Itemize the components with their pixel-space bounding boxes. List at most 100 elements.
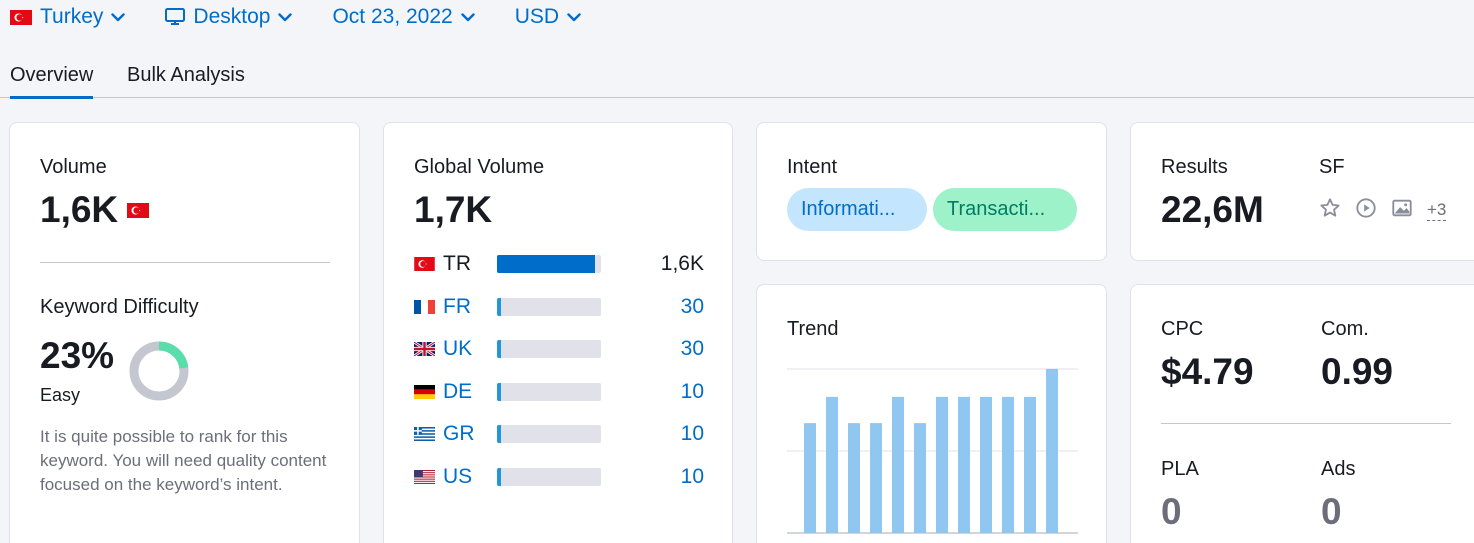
cpc-label: CPC [1161,318,1204,340]
country-volume-value[interactable]: 30 [681,337,704,361]
tr-flag-icon [414,257,435,271]
intent-pill-informational[interactable]: Informati... [787,188,927,231]
global-volume-label: Global Volume [414,156,545,178]
country-link-us[interactable]: US [414,465,472,489]
trend-bar[interactable] [1024,396,1036,533]
uk-flag-icon [414,342,435,356]
cpc-card: CPC $4.79 Com. 0.99 PLA 0 Ads 0 [1130,284,1474,543]
intent-card: Intent Informati... Transacti... [756,122,1107,261]
competition-label: Com. [1321,318,1369,340]
volume-value: 1,6K [40,189,119,230]
tab-bar: Overview Bulk Analysis [0,58,1474,99]
keyword-difficulty-donut [129,341,189,401]
volume-label: Volume [40,156,107,178]
country-link-uk[interactable]: UK [414,337,472,361]
desktop-icon [165,8,186,26]
image-icon [1391,197,1413,224]
results-label: Results [1161,156,1228,178]
country-code: UK [443,337,473,360]
global-volume-value: 1,7K [414,189,493,230]
intent-label: Intent [787,156,838,178]
sf-label: SF [1319,156,1345,178]
country-code: FR [443,294,471,318]
keyword-difficulty-level: Easy [40,385,81,405]
pla-value: 0 [1161,491,1182,532]
date-filter[interactable]: Oct 23, 2022 [332,5,475,29]
country-share-bar [497,382,601,401]
country-link-de[interactable]: DE [414,380,472,404]
divider [1161,423,1451,424]
country-code: GR [443,422,475,445]
country-row-fr: FR 30 [414,292,704,322]
fr-flag-icon [414,299,435,314]
trend-bar[interactable] [1002,396,1014,533]
results-value: 22,6M [1161,189,1264,230]
country-filter[interactable]: Turkey [10,5,126,29]
trend-bar[interactable] [870,423,882,533]
country-volume-value[interactable]: 30 [681,295,704,319]
star-icon [1319,197,1341,224]
trend-bar[interactable] [958,396,970,533]
global-volume-card: Global Volume 1,7K TR 1,6K FR 30 UK 30 DE 10 GR 1… [383,122,733,543]
currency-filter[interactable]: USD [515,5,581,29]
trend-bar[interactable] [826,396,838,533]
turkey-flag-icon [127,202,150,218]
country-code: US [443,464,473,488]
country-share-bar-fill [497,255,595,273]
country-row-gr: GR 10 [414,419,704,449]
ads-label: Ads [1321,458,1356,480]
chevron-down-icon [278,12,293,22]
device-filter-label: Desktop [193,5,271,28]
gr-flag-icon [414,427,435,441]
us-flag-icon [414,469,435,484]
country-volume-value[interactable]: 10 [681,465,704,489]
country-volume-value[interactable]: 10 [681,422,704,446]
country-share-bar-fill [497,340,501,358]
chevron-down-icon [567,12,581,22]
country-row-uk: UK 30 [414,334,704,364]
trend-bar[interactable] [936,396,948,533]
country-link-fr[interactable]: FR [414,295,471,319]
divider [40,262,330,263]
country-share-bar-fill [497,297,501,316]
tab-bulk-analysis[interactable]: Bulk Analysis [127,64,245,87]
country-code: DE [443,379,473,403]
results-card: Results 22,6M SF +3 [1130,122,1474,261]
trend-card: Trend [756,284,1107,543]
country-share-bar [497,297,601,316]
country-row-tr: TR 1,6K [414,249,704,279]
country-row-de: DE 10 [414,377,704,407]
country-code: TR [443,252,471,275]
intent-pill-transactional[interactable]: Transacti... [933,188,1077,231]
country-share-bar [497,340,601,358]
trend-bar[interactable] [1046,369,1058,533]
trend-bar[interactable] [848,423,860,533]
volume-card: Volume 1,6K Keyword Difficulty 23% Easy … [9,122,360,543]
country-filter-label: Turkey [40,5,104,28]
country-share-bar [497,255,601,273]
country-volume-value[interactable]: 10 [681,380,704,404]
country-share-bar-fill [497,382,501,401]
country-link-gr[interactable]: GR [414,422,475,446]
currency-filter-label: USD [514,5,560,28]
chevron-down-icon [461,12,475,22]
sf-more-link[interactable]: +3 [1427,200,1447,221]
keyword-difficulty-value: 23% [40,335,115,376]
trend-bar[interactable] [914,423,926,533]
trend-bar[interactable] [980,396,992,533]
country-share-bar [497,425,601,443]
country-row-us: US 10 [414,462,704,492]
trend-bar[interactable] [804,423,816,533]
pla-label: PLA [1161,458,1199,480]
ads-value: 0 [1321,491,1342,532]
country-link-tr: TR [414,252,471,276]
trend-bar[interactable] [892,396,904,533]
country-share-bar [497,467,601,486]
chevron-down-icon [111,12,126,22]
turkey-flag-icon [10,9,32,25]
trend-label: Trend [787,318,839,340]
device-filter[interactable]: Desktop [165,5,293,29]
country-share-bar-fill [497,425,501,443]
country-share-bar-fill [497,467,501,486]
tab-overview[interactable]: Overview [10,64,94,99]
